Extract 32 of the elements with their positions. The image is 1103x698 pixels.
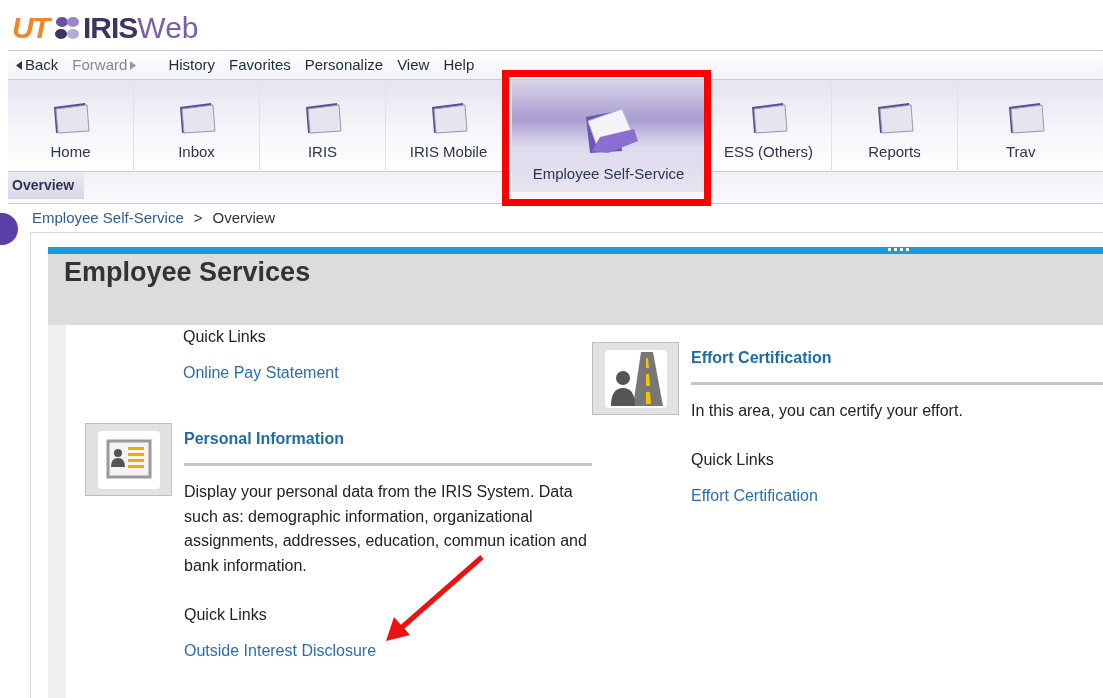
right-triangle-icon [130,60,137,70]
logo-name: IRIS [83,13,138,43]
breadcrumb-current: Overview [212,207,275,228]
menu-item[interactable]: Favorites [229,53,291,77]
page-title: Employee Services [64,256,312,289]
person-road-icon [602,347,669,410]
flower-icon [52,14,82,42]
breadcrumb-separator: > [193,207,203,228]
nav-tab[interactable]: Employee Self-Service [512,80,706,192]
quick-link[interactable]: Outside Interest Disclosure [184,638,377,663]
section-title: Effort Certification [691,342,1103,385]
menu-item[interactable]: Personalize [304,53,384,77]
logo-suffix: Web [137,13,199,43]
breadcrumb-link[interactable]: Employee Self-Service [32,206,184,230]
sub-tab[interactable]: Overview [8,172,85,199]
quick-link[interactable]: Effort Certification [691,483,818,508]
menu-item[interactable]: Help [443,53,475,77]
section-title: Personal Information [184,423,592,466]
menu-item[interactable]: Back [16,53,59,77]
section-description: In this area, you can certify your effort. [691,401,964,421]
id-card-icon [95,428,162,491]
quick-links-label: Quick Links [183,327,267,347]
quick-links-label: Quick Links [691,449,775,470]
nav-tab[interactable]: Trav [958,80,1103,172]
left-triangle-icon [16,60,22,70]
quick-link[interactable]: Online Pay Statement [183,361,339,385]
menu-item[interactable]: History [168,53,216,77]
folder-icon [1006,100,1046,135]
quick-links-label: Quick Links [184,604,268,625]
resize-handle-icon[interactable] [888,248,910,252]
section-description: Display your personal data from the IRIS System. Data such as: demographic information, organizational assignments, addresses, education, commun ication and bank information. [184,482,588,577]
menu-item[interactable]: View [397,53,430,77]
